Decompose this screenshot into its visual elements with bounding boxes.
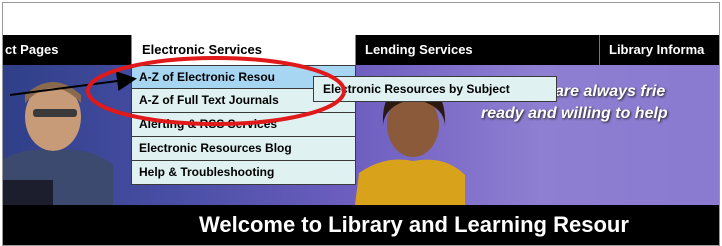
nav-item-electronic-services[interactable]: Electronic Services [131, 35, 356, 65]
menu-item-help-troubleshooting[interactable]: Help & Troubleshooting [131, 161, 356, 185]
welcome-heading-bar: Welcome to Library and Learning Resour [3, 205, 719, 245]
staff-photo-man [3, 82, 113, 205]
menu-item-electronic-resources-blog[interactable]: Electronic Resources Blog [131, 137, 356, 161]
nav-item-lending-services[interactable]: Lending Services [365, 35, 473, 65]
nav-item-library-information[interactable]: Library Informa [609, 35, 704, 65]
banner-quote-line-2: ready and willing to help [481, 105, 668, 122]
page-frame: ct Pages Electronic Services Lending Ser… [2, 2, 720, 246]
nav-item-contact-pages[interactable]: ct Pages [3, 35, 58, 65]
submenu-item-electronic-resources-by-subject[interactable]: Electronic Resources by Subject [313, 76, 557, 102]
menu-item-alerting-rss-services[interactable]: Alerting & RSS Services [131, 113, 356, 137]
top-navigation-bar: ct Pages Electronic Services Lending Ser… [3, 35, 719, 65]
nav-divider [599, 35, 600, 65]
welcome-title: Welcome to Library and Learning Resour [199, 212, 629, 237]
